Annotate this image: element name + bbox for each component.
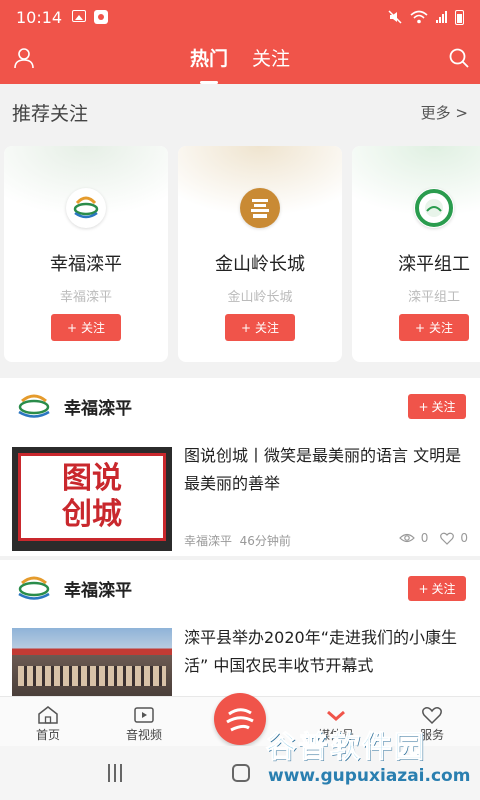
eye-icon — [398, 533, 415, 543]
video-icon — [134, 707, 154, 723]
plus-icon: + — [66, 320, 78, 335]
luanping-logo-icon — [66, 188, 106, 228]
recommend-card[interactable]: 滦平组工 滦平组工 + 关注 — [352, 146, 480, 362]
signal-icon — [436, 11, 447, 23]
feed-meta: 幸福滦平 46分钟前 — [184, 532, 291, 549]
wifi-icon — [410, 10, 428, 24]
feed-thumbnail[interactable]: 图说 创城 — [12, 447, 172, 551]
recommend-card[interactable]: 金山岭长城 金山岭长城 + 关注 — [178, 146, 342, 362]
home-button-icon[interactable] — [232, 764, 250, 782]
top-tabs: 热门 关注 — [0, 34, 480, 84]
heart-icon[interactable] — [440, 532, 455, 545]
card-subtitle: 金山岭长城 — [227, 290, 293, 305]
follow-label: 关注 — [429, 321, 454, 335]
feed-title[interactable]: 滦平县举办2020年“走进我们的小康生活” 中国农民丰收节开幕式 — [184, 624, 468, 680]
image-notification-icon — [72, 10, 87, 22]
logo-swirl-icon — [226, 708, 254, 732]
feed-header: 幸福滦平 + 关注 — [0, 560, 480, 618]
follow-label: 关注 — [431, 582, 456, 596]
tab-hot[interactable]: 热门 — [190, 34, 228, 84]
feed-title[interactable]: 图说创城丨微笑是最美丽的语言 文明是最美丽的善举 — [184, 442, 468, 498]
feed-thumbnail-photo[interactable] — [12, 628, 172, 696]
photo-crowd — [18, 666, 166, 686]
luanping-logo-icon — [18, 576, 50, 600]
organization-logo-icon — [414, 188, 454, 228]
more-link[interactable]: 更多 > — [421, 102, 468, 123]
plus-icon: + — [418, 399, 429, 414]
recommend-card[interactable]: 幸福滦平 幸福滦平 + 关注 — [4, 146, 168, 362]
card-subtitle: 幸福滦平 — [59, 290, 112, 305]
follow-button[interactable]: + 关注 — [408, 394, 466, 419]
center-action-button[interactable] — [214, 693, 266, 745]
card-name: 金山岭长城 — [215, 254, 305, 275]
plus-icon: + — [414, 320, 426, 335]
feed-source[interactable]: 幸福滦平 — [64, 394, 132, 419]
watermark-url: www.gupuxiazai.com — [268, 766, 471, 786]
meta-time: 46分钟前 — [239, 534, 291, 548]
follow-button[interactable]: + 关注 — [225, 314, 295, 341]
follow-label: 关注 — [81, 321, 106, 335]
watermark: 谷普软件园 www.gupuxiazai.com — [266, 722, 476, 798]
great-wall-logo-icon — [240, 188, 280, 228]
view-count: 0 — [420, 531, 429, 545]
feed-item[interactable]: 幸福滦平 + 关注 滦平县举办2020年“走进我们的小康生活” 中国农民丰收节开幕… — [0, 560, 480, 696]
card-name: 幸福滦平 — [50, 254, 122, 275]
like-count: 0 — [460, 531, 468, 545]
thumbnail-graphic: 图说 创城 — [18, 453, 166, 541]
app-notification-icon — [94, 10, 109, 24]
app-header: 热门 关注 — [0, 34, 480, 84]
follow-label: 关注 — [431, 400, 456, 414]
feed-stats: 0 0 — [398, 531, 468, 545]
mute-icon — [388, 10, 402, 24]
home-icon — [38, 706, 58, 724]
follow-button[interactable]: + 关注 — [408, 576, 466, 601]
recommend-cards: 幸福滦平 幸福滦平 + 关注 金山岭长城 金山岭长城 + 关注 滦平组工 滦平组工 … — [4, 146, 480, 364]
meta-source: 幸福滦平 — [184, 534, 233, 548]
luanping-logo-icon — [18, 394, 50, 418]
status-time: 10:14 — [16, 7, 63, 27]
nav-label: 首页 — [35, 728, 60, 742]
recent-apps-icon[interactable] — [108, 764, 126, 782]
plus-icon: + — [240, 320, 252, 335]
feed-header: 幸福滦平 + 关注 — [0, 378, 480, 436]
feed-item[interactable]: 幸福滦平 + 关注 图说 创城 图说创城丨微笑是最美丽的语言 文明是最美丽的善举 … — [0, 378, 480, 556]
search-icon[interactable] — [448, 47, 470, 69]
thumbnail-text: 创城 — [62, 497, 122, 532]
status-system-icons — [388, 9, 464, 25]
nav-label: 音视频 — [125, 728, 162, 742]
feed-source[interactable]: 幸福滦平 — [64, 576, 132, 601]
nav-video[interactable]: 音视频 — [96, 697, 192, 747]
follow-button[interactable]: + 关注 — [51, 314, 121, 341]
nav-home[interactable]: 首页 — [0, 697, 96, 747]
tab-follow[interactable]: 关注 — [252, 34, 290, 84]
recommend-header: 推荐关注 更多 > — [0, 84, 480, 140]
follow-label: 关注 — [255, 321, 280, 335]
battery-icon — [455, 9, 464, 25]
status-notification-icons — [72, 10, 109, 24]
plus-icon: + — [418, 581, 429, 596]
card-subtitle: 滦平组工 — [407, 290, 460, 305]
thumbnail-text: 图说 — [62, 461, 122, 496]
follow-button[interactable]: + 关注 — [399, 314, 469, 341]
recommend-title: 推荐关注 — [12, 102, 89, 125]
card-name: 滦平组工 — [398, 254, 470, 275]
status-bar: 10:14 — [0, 0, 480, 34]
watermark-title: 谷普软件园 — [266, 730, 426, 766]
